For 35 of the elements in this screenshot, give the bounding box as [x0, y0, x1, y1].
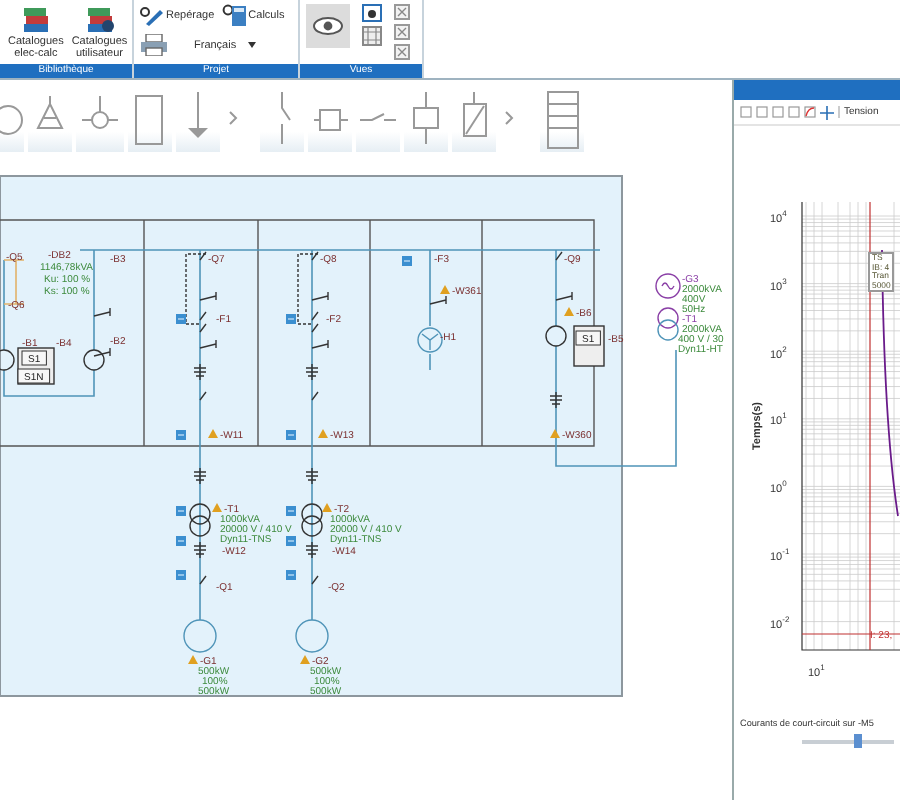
warning-icon: [564, 307, 574, 316]
threshold-line: [801, 633, 900, 635]
calculator-icon: [222, 4, 247, 26]
component-icon[interactable]: [402, 256, 412, 266]
warning-icon: [550, 429, 560, 438]
warning-icon: [300, 655, 310, 664]
warning-icon: [318, 429, 328, 438]
window-icon[interactable]: [394, 4, 410, 20]
warning-icon: [440, 285, 450, 294]
warning-icon: [208, 429, 218, 438]
book-stack-icon: [85, 6, 114, 34]
slider-thumb[interactable]: [853, 734, 862, 748]
eye-icon[interactable]: [306, 4, 350, 48]
window-icon[interactable]: [394, 24, 410, 40]
component-icon[interactable]: [176, 570, 186, 580]
component-icon[interactable]: [286, 536, 296, 546]
component-icon[interactable]: [176, 314, 186, 324]
caret-icon: [248, 42, 257, 48]
window-icon[interactable]: [394, 44, 410, 60]
component-icon[interactable]: [176, 536, 186, 546]
warning-icon: [212, 503, 222, 512]
warning-icon: [188, 655, 198, 664]
book-stack-icon: [21, 6, 50, 34]
component-icon[interactable]: [286, 314, 296, 324]
move-icon[interactable]: [820, 105, 834, 119]
pencil-icon: [140, 5, 164, 25]
component-icon[interactable]: [286, 570, 296, 580]
warning-icon: [322, 503, 332, 512]
component-icon[interactable]: [286, 430, 296, 440]
component-icon[interactable]: [286, 506, 296, 516]
component-icon[interactable]: [176, 506, 186, 516]
printer-icon[interactable]: [140, 34, 168, 56]
component-icon[interactable]: [176, 430, 186, 440]
camera-icon[interactable]: [362, 4, 382, 22]
curve-icon[interactable]: [804, 106, 816, 118]
